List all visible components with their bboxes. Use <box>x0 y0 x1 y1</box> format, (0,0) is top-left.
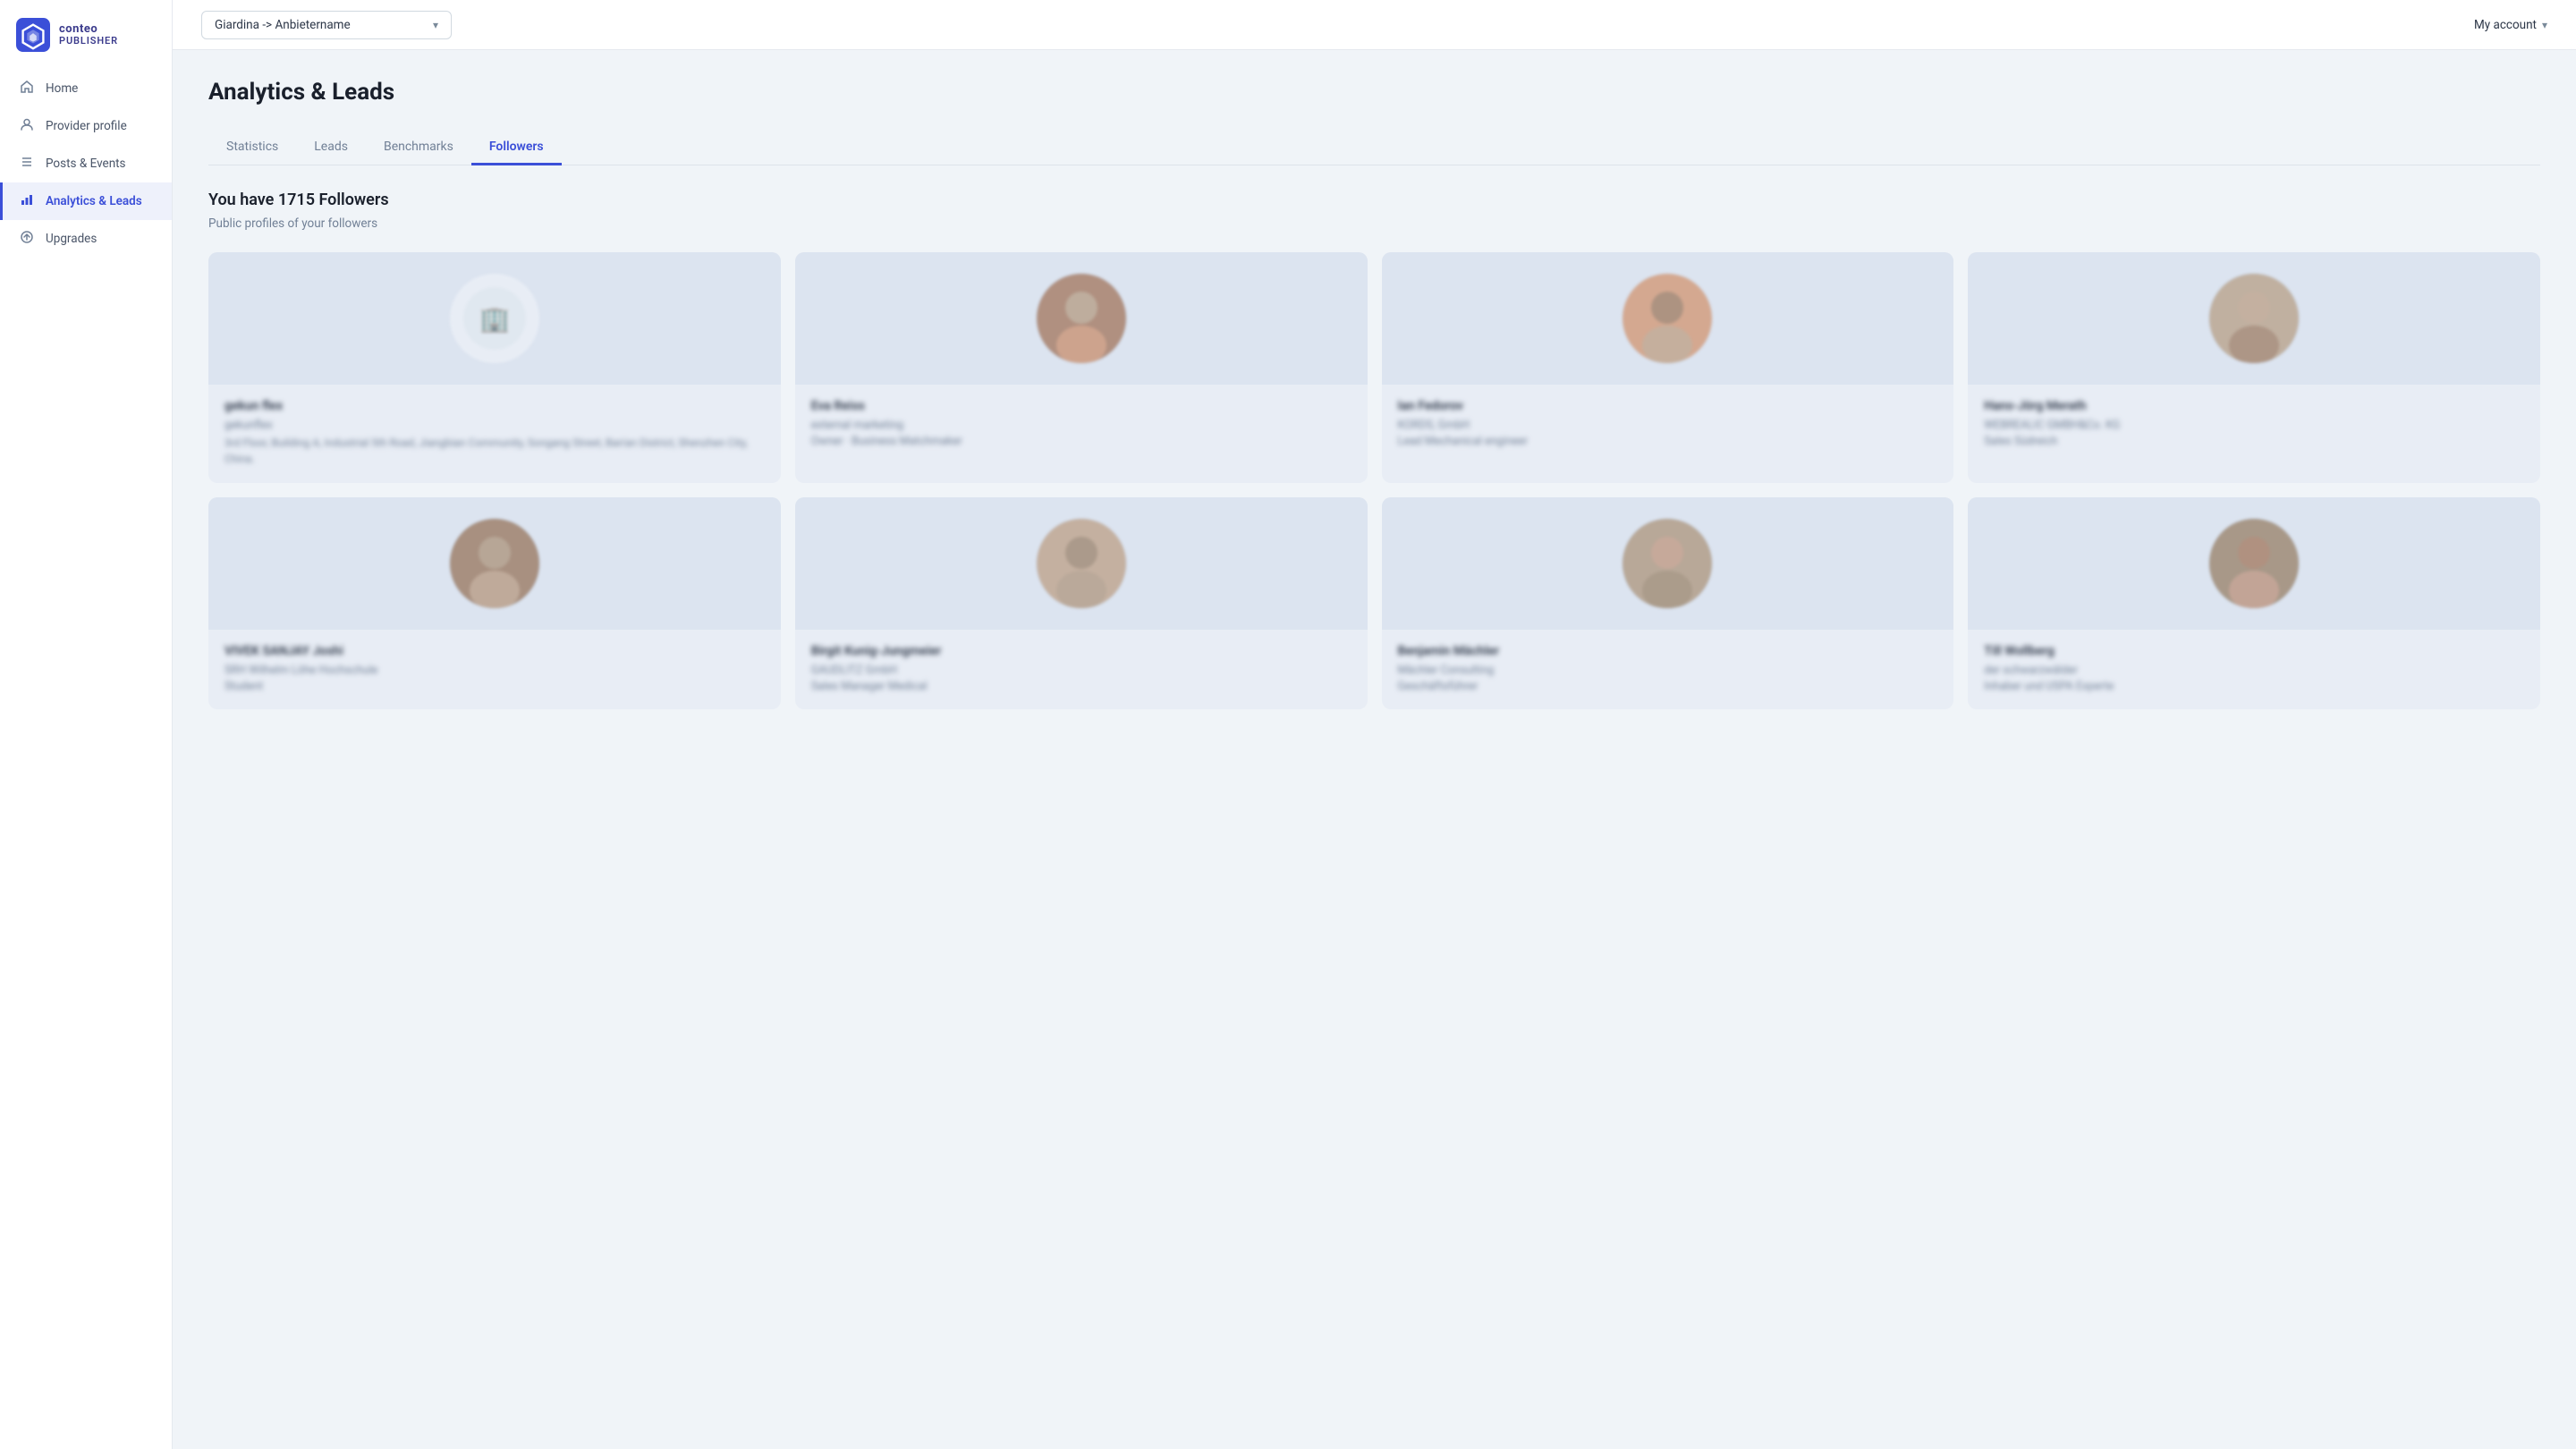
provider-dropdown[interactable]: Giardina -> Anbietername ▾ <box>201 11 452 39</box>
card-info: Birgit Kunig-Jungmeier GAUDLITZ GmbH Sales… <box>795 630 1368 709</box>
sidebar-item-posts-events-label: Posts & Events <box>46 157 126 171</box>
card-company: WEBREALIC GMBH&Co. KG <box>1984 419 2524 432</box>
card-image-area <box>1968 497 2540 630</box>
card-role: Owner · Business Matchmaker <box>811 435 1352 448</box>
avatar <box>450 519 539 608</box>
follower-card[interactable]: Birgit Kunig-Jungmeier GAUDLITZ GmbH Sales… <box>795 497 1368 709</box>
card-name: Benjamin Mächler <box>1398 644 1938 658</box>
home-icon <box>19 80 35 97</box>
card-company: KORDS, GmbH <box>1398 419 1938 432</box>
sidebar-item-home-label: Home <box>46 81 78 96</box>
card-address: 3rd Floor, Building A, Industrial 5th Ro… <box>225 435 765 467</box>
logo-text: conteo PUBLISHER <box>59 23 118 47</box>
follower-card[interactable]: Eva Reiss external marketing Owner · Busin… <box>795 252 1368 483</box>
card-name: gekun flex <box>225 399 765 413</box>
followers-sub: Public profiles of your followers <box>208 216 2540 231</box>
sidebar-item-posts-events[interactable]: Posts & Events <box>0 145 172 182</box>
card-info: VIVEK SANJAY Joshi SRH Wilhelm Löhe Hochs… <box>208 630 781 709</box>
card-role: Sales Manager Medical <box>811 680 1352 693</box>
tab-benchmarks[interactable]: Benchmarks <box>366 131 471 165</box>
avatar <box>1623 519 1712 608</box>
card-role: Student <box>225 680 765 693</box>
content-area: Analytics & Leads Statistics Leads Bench… <box>173 50 2576 1449</box>
card-info: Eva Reiss external marketing Owner · Busin… <box>795 385 1368 464</box>
card-company: Mächler Consulting <box>1398 664 1938 677</box>
card-name: VIVEK SANJAY Joshi <box>225 644 765 658</box>
sidebar-item-home[interactable]: Home <box>0 70 172 107</box>
avatar <box>2209 519 2299 608</box>
card-role: Lead Mechanical engineer <box>1398 435 1938 448</box>
card-info: Till Wollberg der schwarzwälder Inhaber un… <box>1968 630 2540 709</box>
card-image-area <box>1382 252 1954 385</box>
chart-icon <box>19 192 35 210</box>
card-company: SRH Wilhelm Löhe Hochschule <box>225 664 765 677</box>
sidebar-item-upgrades[interactable]: Upgrades <box>0 220 172 258</box>
card-image-area: 🏢 <box>208 252 781 385</box>
my-account-label: My account <box>2474 18 2537 32</box>
card-image-area <box>1382 497 1954 630</box>
sidebar-item-analytics-leads[interactable]: Analytics & Leads <box>0 182 172 220</box>
card-image-area <box>1968 252 2540 385</box>
card-name: Ian Fedorov <box>1398 399 1938 413</box>
sidebar-item-analytics-leads-label: Analytics & Leads <box>46 194 142 208</box>
card-name: Hans-Jörg Merath <box>1984 399 2524 413</box>
avatar <box>2209 274 2299 363</box>
follower-card[interactable]: Ian Fedorov KORDS, GmbH Lead Mechanical en… <box>1382 252 1954 483</box>
my-account-chevron-icon: ▾ <box>2542 19 2547 31</box>
card-company: gekunflex <box>225 419 765 432</box>
logo-area: conteo PUBLISHER <box>0 0 172 70</box>
card-name: Eva Reiss <box>811 399 1352 413</box>
card-image-area <box>795 497 1368 630</box>
chevron-down-icon: ▾ <box>433 19 438 31</box>
logo-icon <box>16 18 50 52</box>
card-image-area <box>208 497 781 630</box>
topbar: Giardina -> Anbietername ▾ My account ▾ <box>173 0 2576 50</box>
followers-grid: 🏢 gekun flex gekunflex 3rd Floor, Building… <box>208 252 2540 709</box>
card-info: gekun flex gekunflex 3rd Floor, Building A… <box>208 385 781 483</box>
card-role: Inhaber und USPA Experte <box>1984 680 2524 693</box>
card-name: Birgit Kunig-Jungmeier <box>811 644 1352 658</box>
card-info: Benjamin Mächler Mächler Consulting Geschä… <box>1382 630 1954 709</box>
sidebar-item-upgrades-label: Upgrades <box>46 232 97 246</box>
avatar <box>1623 274 1712 363</box>
card-name: Till Wollberg <box>1984 644 2524 658</box>
my-account-menu[interactable]: My account ▾ <box>2474 18 2547 32</box>
page-title: Analytics & Leads <box>208 79 2540 106</box>
follower-card[interactable]: 🏢 gekun flex gekunflex 3rd Floor, Building… <box>208 252 781 483</box>
card-company: der schwarzwälder <box>1984 664 2524 677</box>
card-company: GAUDLITZ GmbH <box>811 664 1352 677</box>
card-info: Hans-Jörg Merath WEBREALIC GMBH&Co. KG Sal… <box>1968 385 2540 464</box>
follower-card[interactable]: Benjamin Mächler Mächler Consulting Geschä… <box>1382 497 1954 709</box>
follower-card[interactable]: Till Wollberg der schwarzwälder Inhaber un… <box>1968 497 2540 709</box>
avatar <box>1037 519 1126 608</box>
tab-followers[interactable]: Followers <box>471 131 562 165</box>
sidebar-item-provider-profile[interactable]: Provider profile <box>0 107 172 145</box>
card-role: Geschäftsführer <box>1398 680 1938 693</box>
sidebar-nav: Home Provider profile Posts & Events Ana… <box>0 70 172 258</box>
avatar: 🏢 <box>450 274 539 363</box>
sidebar: conteo PUBLISHER Home Provider profile P… <box>0 0 173 1449</box>
card-image-area <box>795 252 1368 385</box>
tab-statistics[interactable]: Statistics <box>208 131 296 165</box>
followers-heading: You have 1715 Followers <box>208 191 2540 209</box>
tab-bar: Statistics Leads Benchmarks Followers <box>208 131 2540 165</box>
follower-card[interactable]: VIVEK SANJAY Joshi SRH Wilhelm Löhe Hochs… <box>208 497 781 709</box>
avatar <box>1037 274 1126 363</box>
upgrades-icon <box>19 230 35 248</box>
user-icon <box>19 117 35 135</box>
dropdown-value: Giardina -> Anbietername <box>215 18 351 32</box>
tab-leads[interactable]: Leads <box>296 131 366 165</box>
follower-card[interactable]: Hans-Jörg Merath WEBREALIC GMBH&Co. KG Sal… <box>1968 252 2540 483</box>
sidebar-item-provider-profile-label: Provider profile <box>46 119 127 133</box>
logo-publisher-label: PUBLISHER <box>59 36 118 47</box>
card-role: Sales Südreich <box>1984 435 2524 448</box>
list-icon <box>19 155 35 173</box>
card-info: Ian Fedorov KORDS, GmbH Lead Mechanical en… <box>1382 385 1954 464</box>
logo-conteo-label: conteo <box>59 23 118 36</box>
main-area: Giardina -> Anbietername ▾ My account ▾ … <box>173 0 2576 1449</box>
card-company: external marketing <box>811 419 1352 432</box>
svg-text:🏢: 🏢 <box>479 304 510 334</box>
